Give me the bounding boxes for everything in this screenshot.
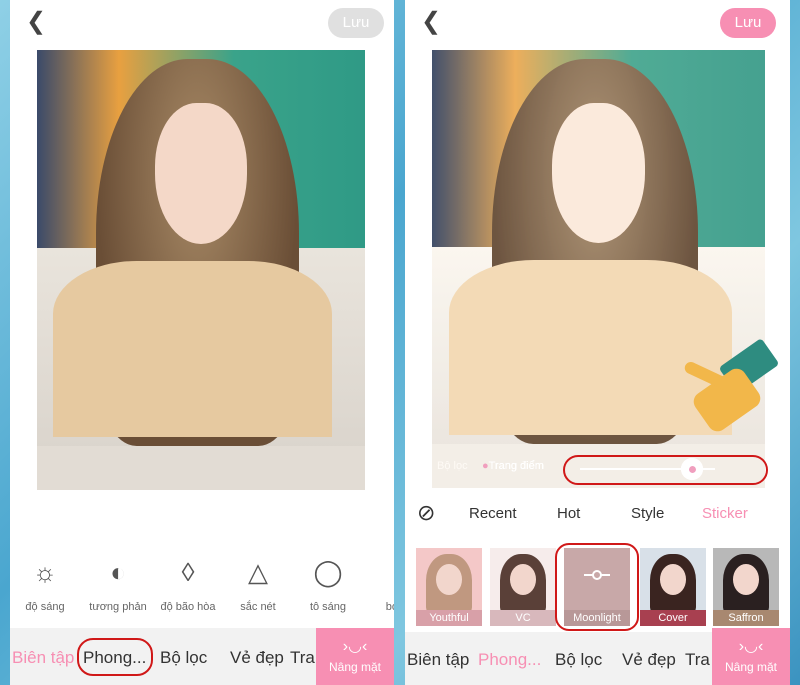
tool-label: độ sáng	[25, 601, 65, 613]
shadow-icon: (	[363, 555, 395, 589]
chevron-left-icon: ❮	[26, 8, 47, 35]
nav-filter[interactable]: Bộ lọc	[555, 650, 602, 670]
nav-beauty[interactable]: Vẻ đẹp	[622, 650, 676, 670]
sun-icon: ☼	[33, 557, 57, 587]
tool-saturation[interactable]: ◊ độ bão hòa	[153, 555, 223, 613]
tab-sticker[interactable]: Sticker	[702, 505, 748, 522]
tool-label: sắc nét	[240, 601, 276, 613]
tool-label: độ bão hòa	[160, 601, 216, 613]
chevron-left-icon: ❮	[421, 8, 442, 35]
tab-hot[interactable]: Hot	[557, 505, 580, 522]
triangle-icon: △	[248, 557, 268, 587]
style-item-cover[interactable]: Cover	[640, 548, 706, 626]
nav-filter[interactable]: Bộ lọc	[160, 648, 207, 668]
back-button[interactable]: ❮	[26, 10, 50, 34]
highlight-circle	[563, 455, 768, 485]
tool-label: tương phản	[89, 601, 147, 613]
tab-recent[interactable]: Recent	[469, 505, 517, 522]
tool-highlight[interactable]: ◯ tô sáng	[293, 555, 363, 613]
style-item-saffron[interactable]: Saffron	[713, 548, 779, 626]
style-item-youthful[interactable]: Youthful	[416, 548, 482, 626]
face-lift-label: Nâng mặt	[328, 660, 382, 674]
save-button[interactable]: Lưu	[720, 8, 776, 38]
nav-beauty[interactable]: Vẻ đẹp	[230, 648, 284, 668]
slider-right-label: ●Trang điểm	[482, 460, 544, 472]
edit-screen-adjust: ❮ Lưu ☼ độ sáng ◐ tương phản ◊ độ bão hòa △…	[10, 0, 394, 685]
nav-more[interactable]: Tra	[685, 650, 710, 670]
bottom-nav: Biên tập Phong... Bộ lọc Vẻ đẹp Tra ›◡‹ N…	[10, 628, 394, 685]
tab-style[interactable]: Style	[631, 505, 664, 522]
style-label: Youthful	[416, 610, 482, 626]
edit-screen-style: ❮ Lưu Bộ lọc ●Trang điểm ⊘ Recent Hot St…	[405, 0, 790, 685]
back-button[interactable]: ❮	[421, 10, 445, 34]
tool-brightness[interactable]: ☼ độ sáng	[10, 555, 80, 613]
save-button[interactable]: Lưu	[328, 8, 384, 38]
face-lift-icon: ›◡‹	[738, 638, 764, 655]
style-label: Cover	[640, 610, 706, 626]
tool-contrast[interactable]: ◐ tương phản	[83, 555, 153, 613]
nav-edit[interactable]: Biên tập	[12, 648, 74, 668]
contrast-icon: ◐	[110, 557, 126, 587]
face-lift-icon: ›◡‹	[342, 638, 368, 655]
nav-more[interactable]: Tra	[290, 648, 315, 668]
face-lift-button[interactable]: ›◡‹ Nâng mặt	[712, 628, 790, 685]
highlight-circle	[555, 543, 639, 631]
slider-left-label: Bộ lọc	[437, 460, 468, 472]
photo-preview	[37, 50, 365, 490]
tool-sharpness[interactable]: △ sắc nét	[223, 555, 293, 613]
face-lift-button[interactable]: ›◡‹ Nâng mặt	[316, 628, 394, 685]
style-label: VC	[490, 610, 556, 626]
face-lift-label: Nâng mặt	[724, 660, 778, 674]
style-item-vc[interactable]: VC	[490, 548, 556, 626]
tool-label: bóng	[385, 601, 394, 613]
bottom-nav: Biên tập Phong... Bộ lọc Vẻ đẹp Tra ›◡‹ N…	[405, 628, 790, 685]
adjust-tools: ☼ độ sáng ◐ tương phản ◊ độ bão hòa △ sắc né…	[10, 555, 394, 625]
no-style-icon[interactable]: ⊘	[417, 500, 435, 526]
nav-style[interactable]: Phong...	[478, 650, 541, 670]
tool-label: tô sáng	[309, 601, 347, 613]
droplet-icon: ◊	[181, 557, 195, 587]
nav-edit[interactable]: Biên tập	[407, 650, 469, 670]
highlight-icon: ◯	[313, 557, 343, 587]
hand-pointer-icon	[682, 337, 780, 445]
highlight-circle	[77, 638, 153, 676]
tool-shadow[interactable]: ( bóng	[363, 555, 394, 613]
style-label: Saffron	[713, 610, 779, 626]
